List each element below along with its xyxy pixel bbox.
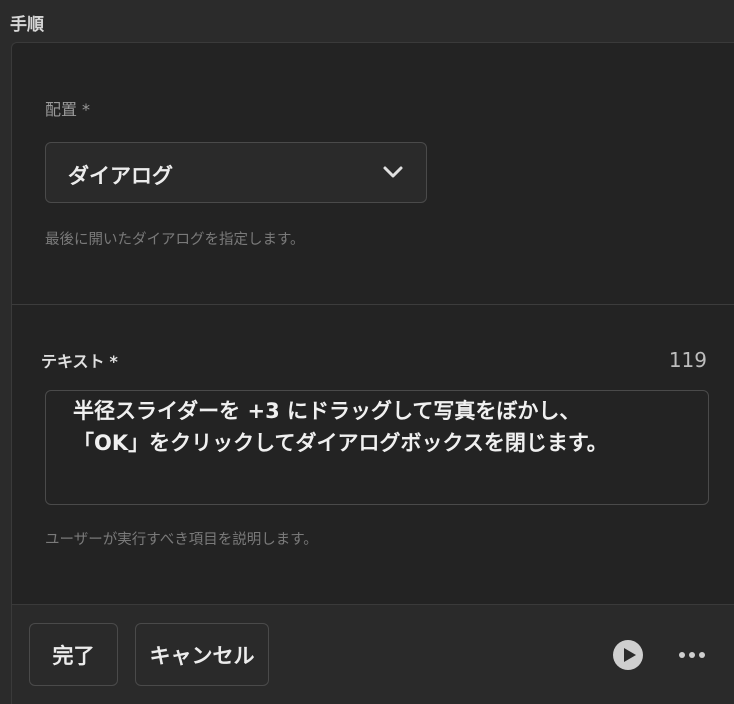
placement-selected-value: ダイアログ — [68, 164, 173, 188]
more-icon[interactable] — [678, 643, 706, 667]
step-card: 配置 * ダイアログ 最後に開いたダイアログを指定します。 テキスト * 119 半… — [11, 42, 734, 704]
text-input-value: 半径スライダーを +3 にドラッグして写真をぼかし、 「OK」をクリックしてダイ… — [73, 399, 608, 455]
required-mark: * — [82, 100, 91, 119]
step-editor-panel: 手順 配置 * ダイアログ 最後に開いたダイアログを指定します。 テキスト * 11… — [0, 0, 734, 704]
text-hint: ユーザーが実行すべき項目を説明します。 — [45, 532, 318, 548]
required-mark: * — [109, 352, 118, 371]
section-divider — [12, 304, 734, 305]
cancel-button[interactable]: キャンセル — [135, 623, 269, 686]
placement-label: 配置 * — [45, 96, 90, 120]
char-count: 119 — [668, 348, 707, 372]
placement-hint: 最後に開いたダイアログを指定します。 — [45, 232, 305, 248]
done-button[interactable]: 完了 — [29, 623, 118, 686]
placement-section: 配置 * ダイアログ 最後に開いたダイアログを指定します。 — [12, 43, 734, 304]
text-label-text: テキスト — [41, 352, 105, 371]
play-icon[interactable] — [612, 639, 644, 671]
text-input[interactable]: 半径スライダーを +3 にドラッグして写真をぼかし、 「OK」をクリックしてダイ… — [45, 390, 709, 505]
placement-label-text: 配置 — [45, 100, 78, 119]
chevron-down-icon — [383, 166, 403, 178]
panel-title: 手順 — [10, 15, 44, 35]
footer-toolbar: 完了 キャンセル — [12, 604, 734, 704]
placement-select[interactable]: ダイアログ — [45, 142, 427, 203]
text-label: テキスト * — [41, 348, 118, 372]
